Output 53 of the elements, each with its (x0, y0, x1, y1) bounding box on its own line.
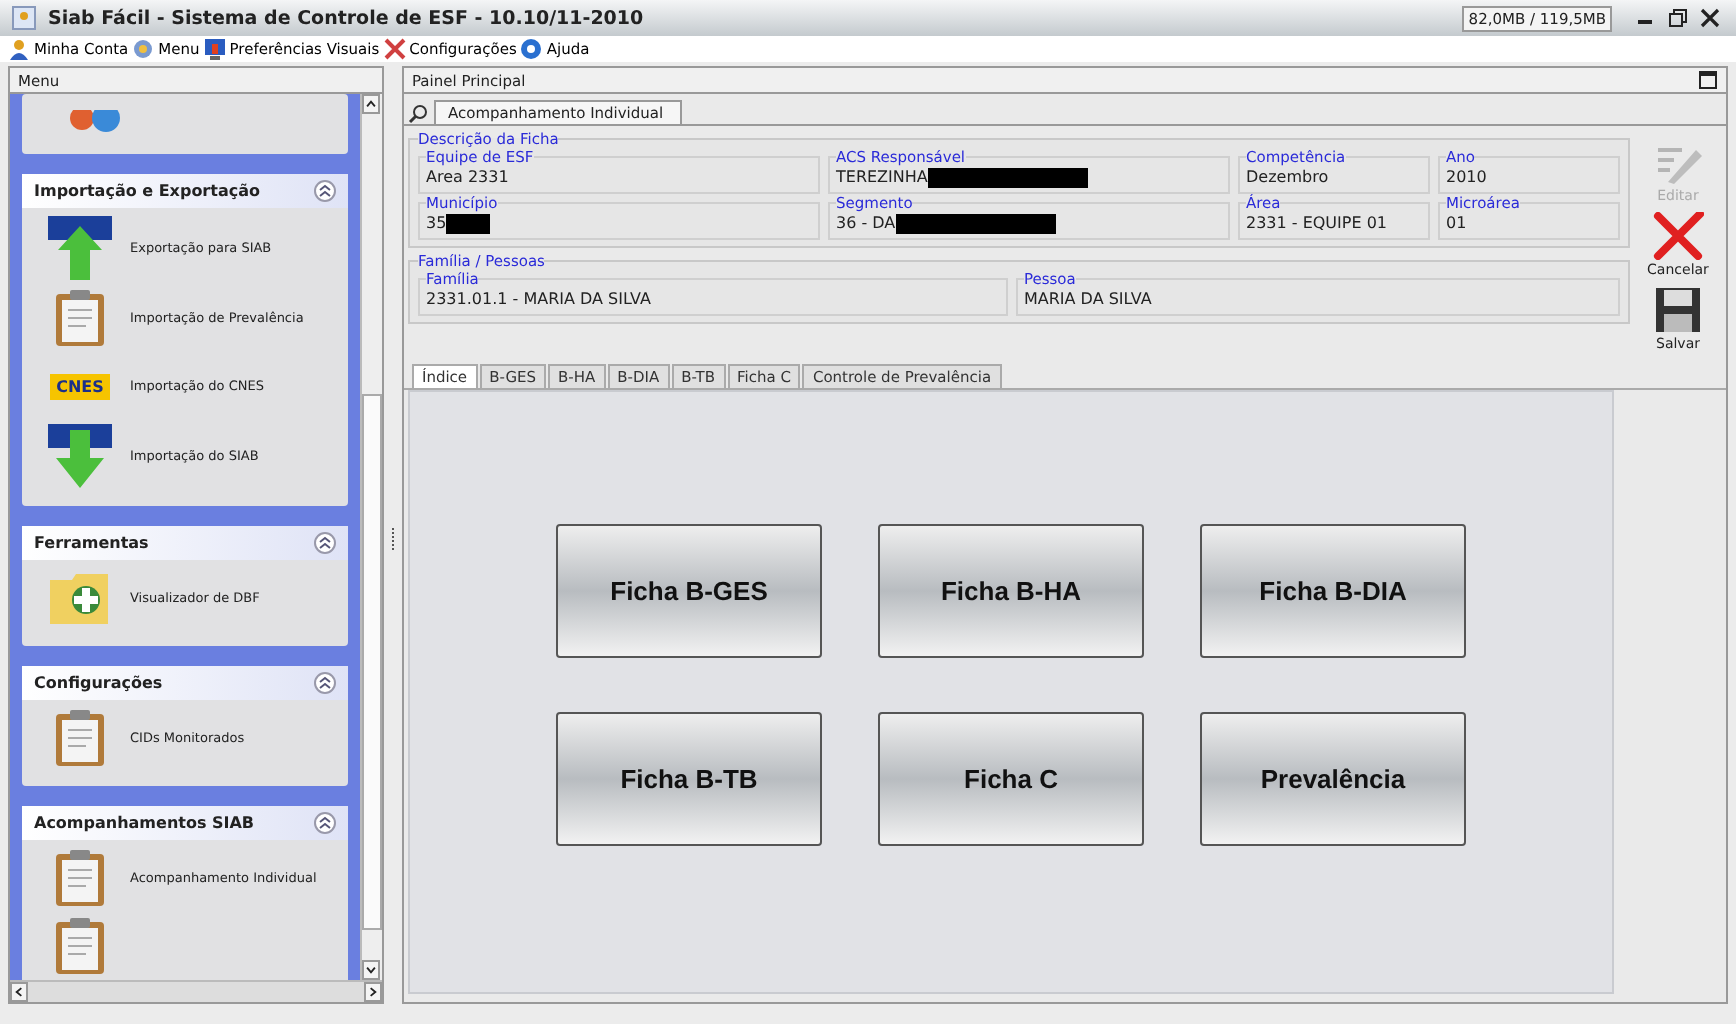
field-value: 2010 (1446, 168, 1487, 186)
field-value: 36 - DA (836, 214, 896, 232)
upload-arrow-icon (46, 214, 114, 282)
field-value: MARIA DA SILVA (1024, 290, 1152, 308)
field-value: 2331 - EQUIPE 01 (1246, 214, 1387, 232)
horizontal-scrollbar[interactable] (10, 980, 382, 1002)
search-icon (408, 104, 428, 124)
section-title: Ferramentas (34, 534, 149, 552)
collapse-icon[interactable] (314, 532, 336, 554)
people-icon (66, 110, 126, 138)
field-value: TEREZINHA (836, 168, 928, 186)
scroll-up-icon[interactable] (362, 94, 380, 114)
collapse-icon[interactable] (314, 672, 336, 694)
window-title: Siab Fácil - Sistema de Controle de ESF - 10.10/11-2010 (48, 7, 644, 29)
form-button[interactable]: Ficha B-GES (556, 523, 822, 657)
form-button[interactable]: Ficha B-TB (556, 711, 822, 845)
field-value: 2331.01.1 - MARIA DA SILVA (426, 290, 651, 308)
user-icon (8, 38, 30, 60)
cross-icon (1651, 212, 1704, 260)
field-value: 35 (426, 214, 447, 232)
section-title: Configurações (34, 674, 163, 692)
close-icon[interactable] (1700, 8, 1720, 28)
section-header[interactable]: Ferramentas (22, 526, 348, 560)
field-value: Area 2331 (426, 168, 509, 186)
vertical-scrollbar[interactable] (360, 94, 382, 980)
form-button[interactable]: Ficha B-HA (878, 523, 1144, 657)
section-header[interactable]: Acompanhamentos SIAB (22, 806, 348, 840)
cnes-logo: CNES (50, 373, 110, 399)
clipboard-icon (54, 848, 106, 908)
folder-icon (48, 568, 112, 628)
clipboard-icon (54, 916, 106, 976)
monitor-icon (203, 38, 226, 60)
pencil-icon (1652, 142, 1704, 186)
clipboard-icon (54, 708, 106, 768)
restore-icon[interactable] (1668, 8, 1688, 28)
clipboard-icon (54, 288, 106, 348)
app-icon (12, 6, 36, 30)
form-button[interactable]: Prevalência (1200, 711, 1466, 845)
download-arrow-icon (46, 422, 114, 490)
maximize-icon[interactable] (1698, 70, 1718, 90)
collapse-icon[interactable] (314, 180, 336, 202)
scroll-down-icon[interactable] (362, 960, 380, 980)
section-title: Acompanhamentos SIAB (34, 814, 255, 832)
section-header[interactable]: Configurações (22, 666, 348, 700)
section-header[interactable]: Importação e Exportação (22, 174, 348, 208)
scroll-left-icon[interactable] (10, 982, 28, 1002)
form-button[interactable]: Ficha B-DIA (1200, 523, 1466, 657)
form-button[interactable]: Ficha C (878, 711, 1144, 845)
scroll-right-icon[interactable] (364, 982, 382, 1002)
field-value: 01 (1446, 214, 1467, 232)
collapse-icon[interactable] (314, 812, 336, 834)
section-title: Importação e Exportação (34, 182, 260, 200)
field-value: Dezembro (1246, 168, 1329, 186)
